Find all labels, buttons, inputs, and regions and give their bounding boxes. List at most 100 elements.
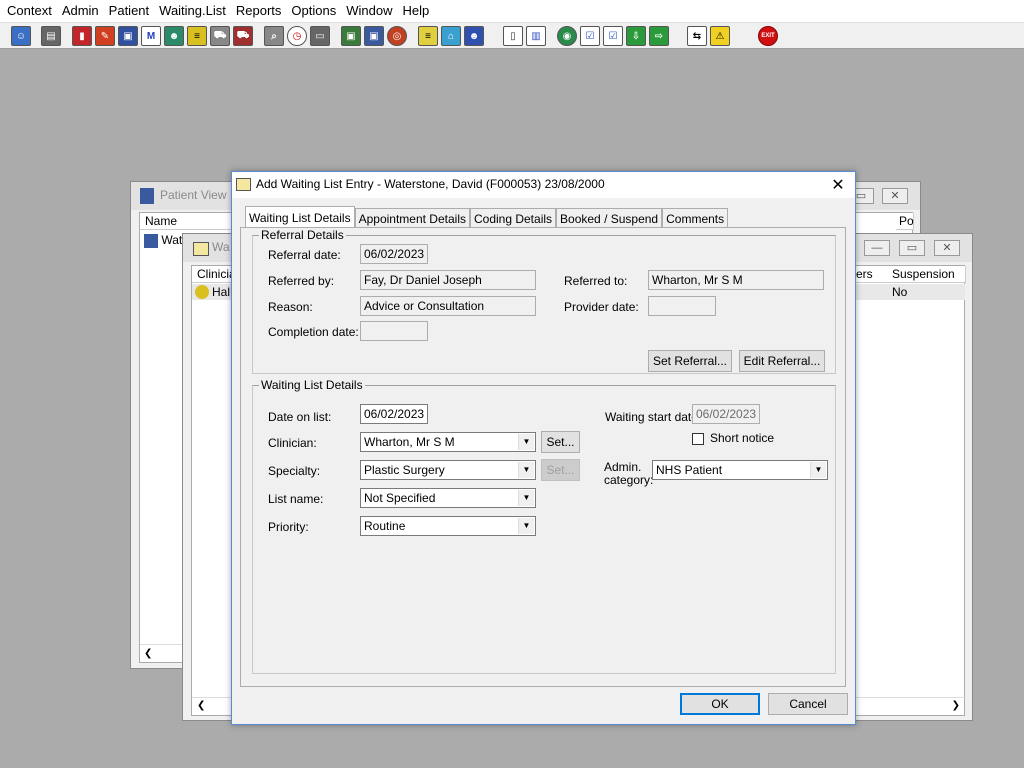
- arrow-right-icon[interactable]: ⇨: [649, 26, 669, 46]
- print-icon[interactable]: ▤: [41, 26, 61, 46]
- waiting-list-title: Wa: [212, 240, 230, 254]
- short-notice-label: Short notice: [710, 431, 775, 445]
- close-icon[interactable]: ✕: [829, 175, 847, 195]
- people-icon[interactable]: ☻: [464, 26, 484, 46]
- tab-comments[interactable]: Comments: [662, 208, 729, 228]
- screen-icon[interactable]: ▣: [341, 26, 361, 46]
- menu-window[interactable]: Window: [341, 0, 397, 22]
- notepad-icon: [236, 178, 251, 191]
- chart-icon[interactable]: ▥: [526, 26, 546, 46]
- list-name-select[interactable]: Not Specified ▼: [360, 488, 536, 508]
- priority-select[interactable]: Routine ▼: [360, 516, 536, 536]
- globe-icon[interactable]: ◉: [557, 26, 577, 46]
- scroll-right-icon[interactable]: ❯: [952, 700, 960, 711]
- row-clinician: Hal: [212, 285, 231, 299]
- add-waiting-list-dialog: Add Waiting List Entry - Waterstone, Dav…: [231, 171, 856, 725]
- tab-appointment-details[interactable]: Appointment Details: [354, 208, 470, 228]
- restore-icon[interactable]: ▭: [899, 240, 925, 256]
- provider-date-label: Provider date:: [564, 300, 639, 314]
- column-po[interactable]: Po: [896, 213, 914, 230]
- row-suspension: No: [892, 285, 908, 299]
- bed-icon[interactable]: ⌂: [441, 26, 461, 46]
- m-icon[interactable]: M: [141, 26, 161, 46]
- clinician-select[interactable]: Wharton, Mr S M ▼: [360, 432, 536, 452]
- specialty-select[interactable]: Plastic Surgery ▼: [360, 460, 536, 480]
- patient-icon[interactable]: ☺: [11, 26, 31, 46]
- menu-options[interactable]: Options: [286, 0, 341, 22]
- completion-date-label: Completion date:: [268, 325, 359, 339]
- patient-view-icon: [140, 188, 154, 204]
- set-specialty-button[interactable]: Set...: [541, 459, 580, 481]
- edit-referral-button[interactable]: Edit Referral...: [739, 350, 825, 372]
- menu-reports[interactable]: Reports: [231, 0, 287, 22]
- chevron-down-icon[interactable]: ▼: [518, 518, 534, 534]
- reason-label: Reason:: [268, 300, 313, 314]
- menu-context[interactable]: Context: [2, 0, 57, 22]
- clock-icon[interactable]: ◷: [287, 26, 307, 46]
- column-ers[interactable]: ers: [851, 266, 891, 283]
- chevron-down-icon[interactable]: ▼: [518, 462, 534, 478]
- notes-icon[interactable]: ≡: [187, 26, 207, 46]
- list-item-label: Wat: [161, 233, 183, 247]
- clinician-value: Wharton, Mr S M: [364, 435, 455, 449]
- menu-patient[interactable]: Patient: [104, 0, 154, 22]
- compass-icon[interactable]: ◎: [387, 26, 407, 46]
- notepad-icon[interactable]: ≡: [418, 26, 438, 46]
- menu-waiting-list[interactable]: Waiting.List: [154, 0, 231, 22]
- patient-view-title: Patient View: [160, 188, 227, 202]
- set-referral-button[interactable]: Set Referral...: [648, 350, 732, 372]
- swap-icon[interactable]: ⇆: [687, 26, 707, 46]
- monitor-icon[interactable]: ▭: [310, 26, 330, 46]
- clinician-label: Clinician:: [268, 436, 317, 450]
- check-list2-icon[interactable]: ☑: [603, 26, 623, 46]
- specialty-label: Specialty:: [268, 464, 321, 478]
- ambulance2-icon[interactable]: ⛟: [233, 26, 253, 46]
- referred-to-field: Wharton, Mr S M: [648, 270, 824, 290]
- check-list-icon[interactable]: ☑: [580, 26, 600, 46]
- document-icon[interactable]: ▯: [503, 26, 523, 46]
- menu-help[interactable]: Help: [397, 0, 434, 22]
- minimize-icon[interactable]: —: [864, 240, 890, 256]
- date-on-list-input[interactable]: 06/02/2023: [360, 404, 428, 424]
- short-notice-checkbox[interactable]: [692, 433, 704, 445]
- cancel-button[interactable]: Cancel: [768, 693, 848, 715]
- tab-waiting-list-details[interactable]: Waiting List Details: [245, 206, 355, 229]
- provider-date-field: [648, 296, 716, 316]
- exit-icon[interactable]: EXIT: [758, 26, 778, 46]
- dialog-titlebar: Add Waiting List Entry - Waterstone, Dav…: [232, 172, 855, 198]
- tab-strip: Waiting List Details Appointment Details…: [245, 206, 729, 229]
- admin-category-select[interactable]: NHS Patient ▼: [652, 460, 828, 480]
- card-icon[interactable]: ▣: [118, 26, 138, 46]
- ambulance-icon[interactable]: ⛟: [210, 26, 230, 46]
- notepad-icon: [193, 242, 209, 256]
- close-icon[interactable]: ✕: [934, 240, 960, 256]
- arrow-down-icon[interactable]: ⇩: [626, 26, 646, 46]
- referred-by-label: Referred by:: [268, 274, 335, 288]
- warning-icon[interactable]: ⚠: [710, 26, 730, 46]
- tab-booked-suspend[interactable]: Booked / Suspend: [556, 208, 663, 228]
- referral-date-label: Referral date:: [268, 248, 341, 262]
- chevron-down-icon[interactable]: ▼: [518, 434, 534, 450]
- edit-icon[interactable]: ✎: [95, 26, 115, 46]
- menu-admin[interactable]: Admin: [57, 0, 104, 22]
- chevron-down-icon[interactable]: ▼: [518, 490, 534, 506]
- doctor-icon[interactable]: ☻: [164, 26, 184, 46]
- dialog-title: Add Waiting List Entry - Waterstone, Dav…: [256, 177, 605, 191]
- column-suspension[interactable]: Suspension Pe: [887, 266, 966, 298]
- search-icon[interactable]: ⌕: [264, 26, 284, 46]
- tab-coding-details[interactable]: Coding Details: [469, 208, 557, 228]
- waiting-list-details-legend: Waiting List Details: [261, 378, 363, 392]
- list-name-value: Not Specified: [364, 491, 436, 505]
- ok-button[interactable]: OK: [680, 693, 760, 715]
- screen2-icon[interactable]: ▣: [364, 26, 384, 46]
- list-item[interactable]: Wat: [144, 233, 182, 248]
- menu-bar: Context Admin Patient Waiting.List Repor…: [0, 0, 1024, 22]
- chevron-down-icon[interactable]: ▼: [810, 462, 826, 478]
- close-icon[interactable]: ✕: [882, 188, 908, 204]
- set-clinician-button[interactable]: Set...: [541, 431, 580, 453]
- waiting-start-date-field: 06/02/2023: [692, 404, 760, 424]
- scroll-left-icon[interactable]: ❮: [197, 700, 205, 711]
- priority-label: Priority:: [268, 520, 309, 534]
- completion-date-field: [360, 321, 428, 341]
- book-icon[interactable]: ▮: [72, 26, 92, 46]
